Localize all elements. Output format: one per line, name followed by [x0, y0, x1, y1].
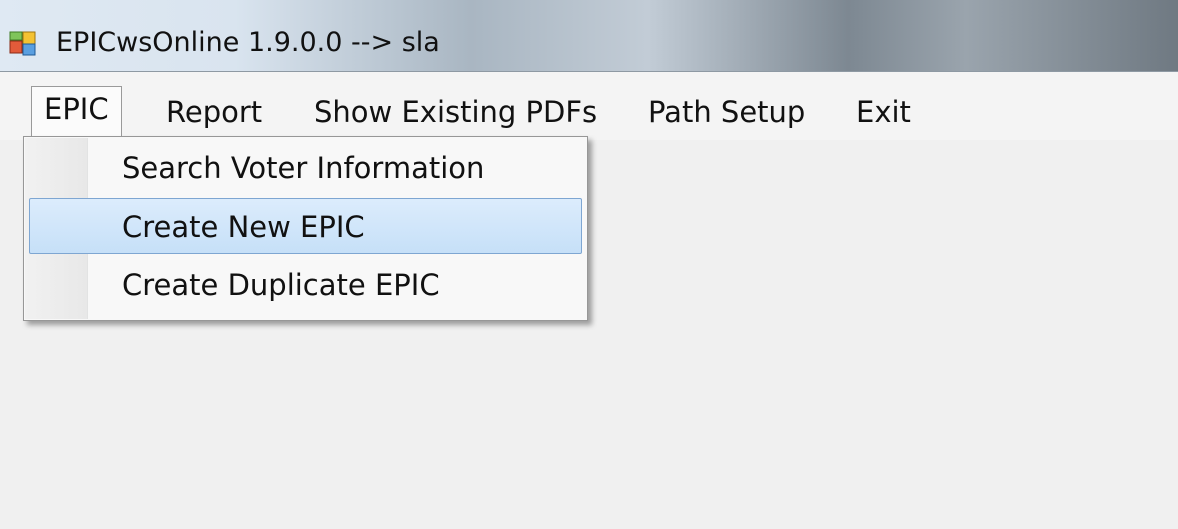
menu-item-search-voter-information[interactable]: Search Voter Information — [29, 140, 582, 196]
menu-path-setup[interactable]: Path Setup — [636, 90, 817, 134]
menu-item-create-duplicate-epic[interactable]: Create Duplicate EPIC — [29, 257, 582, 313]
menu-item-create-new-epic[interactable]: Create New EPIC — [29, 198, 582, 254]
menu-show-existing-pdfs[interactable]: Show Existing PDFs — [302, 90, 609, 134]
title-bar[interactable]: EPICwsOnline 1.9.0.0 --> sla — [0, 0, 1178, 72]
epic-dropdown-menu: Search Voter Information Create New EPIC… — [23, 136, 588, 321]
menu-item-label: Create Duplicate EPIC — [122, 268, 440, 302]
menu-exit[interactable]: Exit — [844, 90, 923, 134]
menu-report[interactable]: Report — [154, 90, 274, 134]
app-window-icon[interactable] — [9, 31, 37, 57]
window-title: EPICwsOnline 1.9.0.0 --> sla — [56, 27, 440, 58]
menu-epic[interactable]: EPIC — [31, 86, 122, 137]
menu-item-label: Search Voter Information — [122, 151, 485, 185]
menu-item-label: Create New EPIC — [122, 210, 365, 244]
